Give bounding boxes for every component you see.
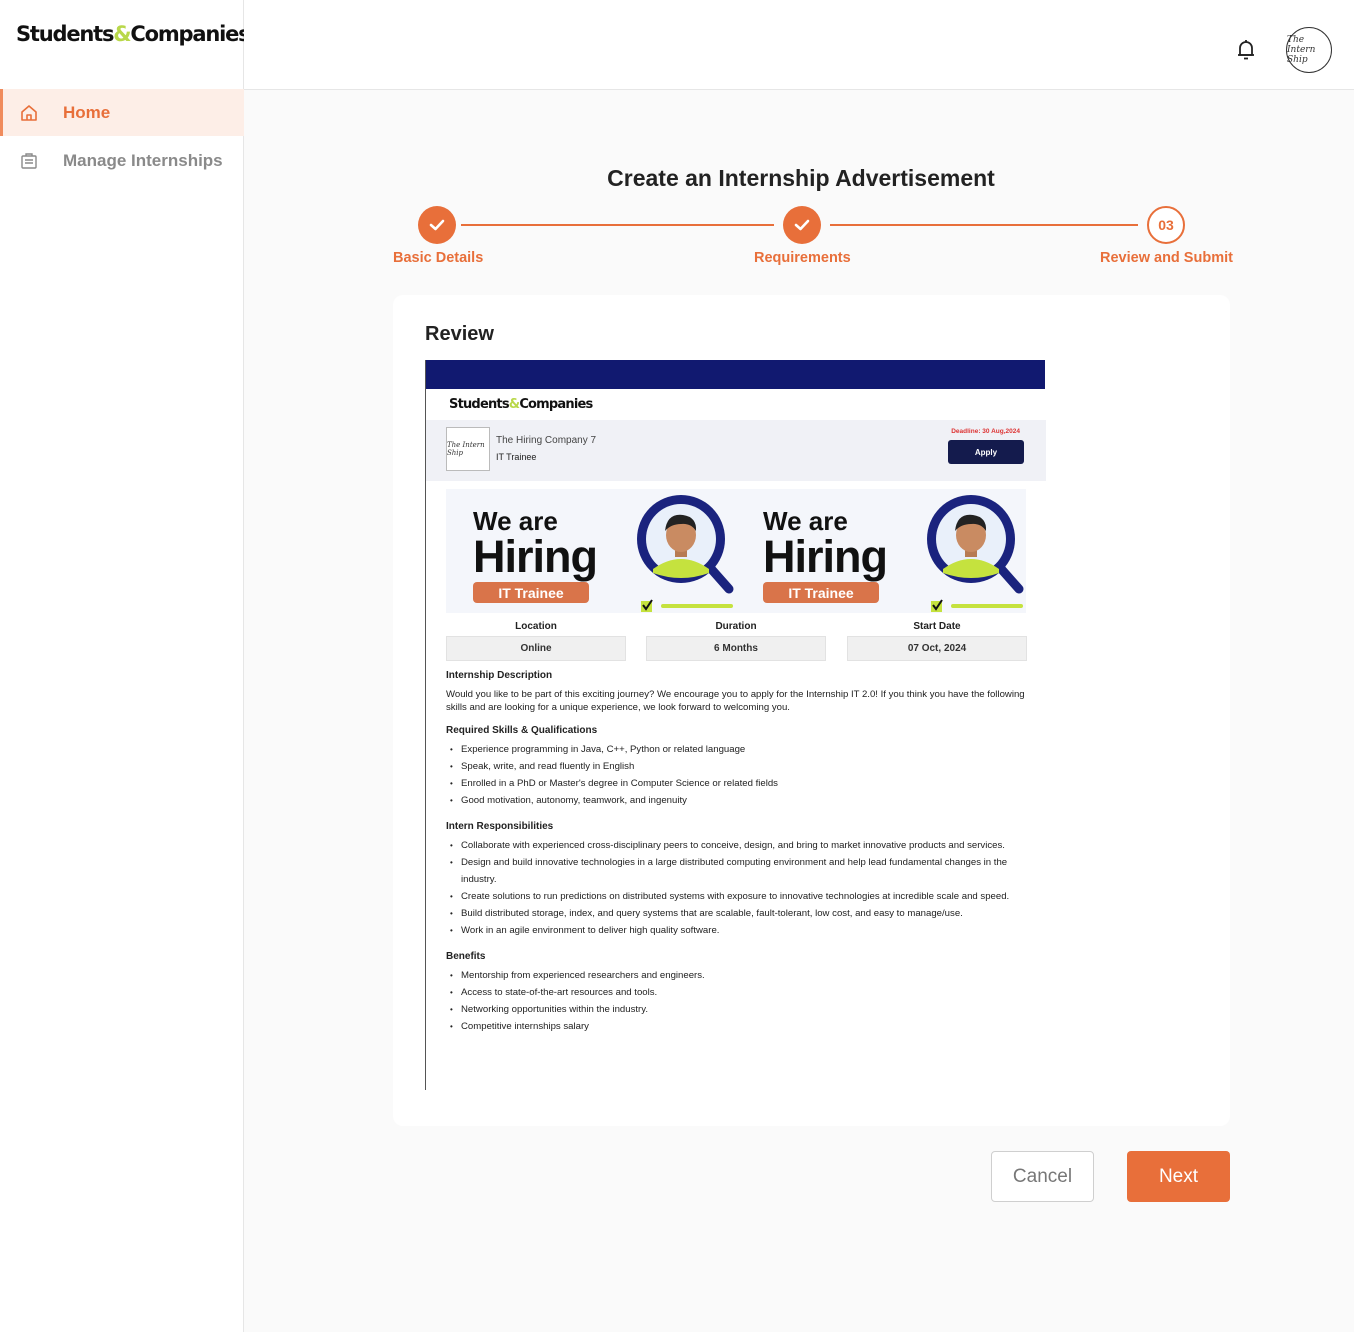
list-item: Build distributed storage, index, and qu… (446, 906, 1031, 923)
check-icon (794, 219, 810, 231)
apply-button[interactable]: Apply (948, 440, 1024, 464)
location-value: Online (446, 636, 626, 661)
step-2-check (783, 206, 821, 244)
banner-tag: IT Trainee (763, 582, 879, 603)
magnifier-person-illustration (927, 495, 1024, 612)
home-icon (18, 102, 40, 124)
sidebar-item-label: Manage Internships (63, 150, 223, 170)
list-item: Create solutions to run predictions on d… (446, 889, 1031, 906)
internship-role: IT Trainee (496, 452, 537, 462)
description-heading: Internship Description (446, 670, 553, 681)
skills-list: Experience programming in Java, C++, Pyt… (446, 742, 1031, 810)
list-item: Competitive internships salary (446, 1019, 1031, 1036)
step-1-check (418, 206, 456, 244)
description-text: Would you like to be part of this exciti… (446, 688, 1025, 714)
avatar[interactable]: The Intern Ship (1286, 27, 1332, 73)
benefits-list: Mentorship from experienced researchers … (446, 968, 1031, 1036)
app-logo[interactable]: Students&Companies (16, 22, 251, 46)
sidebar-item-manage-internships[interactable]: Manage Internships (0, 137, 244, 184)
step-label-requirements: Requirements (754, 250, 851, 266)
next-button[interactable]: Next (1127, 1151, 1230, 1202)
list-item: Work in an agile environment to deliver … (446, 923, 1031, 940)
banner-panel: We are Hiring IT Trainee (446, 489, 736, 613)
preview-header-band (426, 360, 1045, 389)
banner-line2: Hiring (763, 531, 888, 582)
list-item: Collaborate with experienced cross-disci… (446, 838, 1031, 855)
company-name: The Hiring Company 7 (496, 435, 597, 446)
sidebar-item-label: Home (63, 102, 111, 122)
list-item: Experience programming in Java, C++, Pyt… (446, 742, 1031, 759)
bell-icon[interactable] (1235, 38, 1257, 62)
cancel-button[interactable]: Cancel (991, 1151, 1094, 1202)
list-item: Mentorship from experienced researchers … (446, 968, 1031, 985)
skills-heading: Required Skills & Qualifications (446, 724, 598, 736)
banner-panel: We are Hiring IT Trainee (736, 489, 1026, 613)
location-label: Location (515, 621, 557, 632)
start-date-label: Start Date (913, 621, 961, 632)
magnifier-person-illustration (637, 495, 734, 612)
top-bar: The Intern Ship (244, 0, 1354, 90)
list-item: Speak, write, and read fluently in Engli… (446, 759, 1031, 776)
page-title: Create an Internship Advertisement (607, 165, 995, 191)
start-date-value: 07 Oct, 2024 (847, 636, 1027, 661)
banner-tag: IT Trainee (473, 582, 589, 603)
duration-value: 6 Months (646, 636, 826, 661)
sidebar: Students&Companies Home Manage Internshi… (0, 0, 251, 1332)
list-item: Good motivation, autonomy, teamwork, and… (446, 793, 1031, 810)
list-item: Design and build innovative technologies… (446, 855, 1031, 889)
deadline-text: Deadline: 30 Aug,2024 (951, 428, 1020, 435)
hiring-banner: We are Hiring IT Trainee We are Hiring I… (446, 489, 1026, 613)
company-header: The Intern Ship The Hiring Company 7 IT … (426, 420, 1046, 481)
step-label-review-submit: Review and Submit (1100, 250, 1233, 266)
responsibilities-heading: Intern Responsibilities (446, 820, 554, 832)
ad-preview[interactable]: Students&Companies The Intern Ship The H… (425, 360, 1046, 1090)
briefcase-icon (18, 150, 40, 172)
logo-text-right: Companies (519, 397, 593, 412)
step-label-basic-details: Basic Details (393, 250, 484, 266)
sidebar-item-home[interactable]: Home (0, 89, 244, 136)
internship-details: Internship Description Would you like to… (446, 669, 1031, 1046)
step-connector (461, 224, 774, 226)
banner-line2: Hiring (473, 531, 598, 582)
company-logo: The Intern Ship (446, 427, 490, 471)
step-connector (830, 224, 1138, 226)
logo-text-left: Students (449, 397, 510, 412)
list-item: Networking opportunities within the indu… (446, 1002, 1031, 1019)
logo-text-left: Students (16, 22, 114, 46)
review-title: Review (425, 323, 494, 345)
step-3-number: 03 (1147, 206, 1185, 244)
check-icon (429, 219, 445, 231)
logo-ampersand: & (508, 397, 520, 412)
list-item: Enrolled in a PhD or Master's degree in … (446, 776, 1031, 793)
preview-logo: Students&Companies (449, 397, 593, 412)
list-item: Access to state-of-the-art resources and… (446, 985, 1031, 1002)
duration-label: Duration (715, 621, 757, 632)
logo-text-right: Companies (130, 22, 250, 46)
benefits-heading: Benefits (446, 950, 486, 962)
logo-ampersand: & (113, 22, 131, 46)
responsibilities-list: Collaborate with experienced cross-disci… (446, 838, 1031, 939)
